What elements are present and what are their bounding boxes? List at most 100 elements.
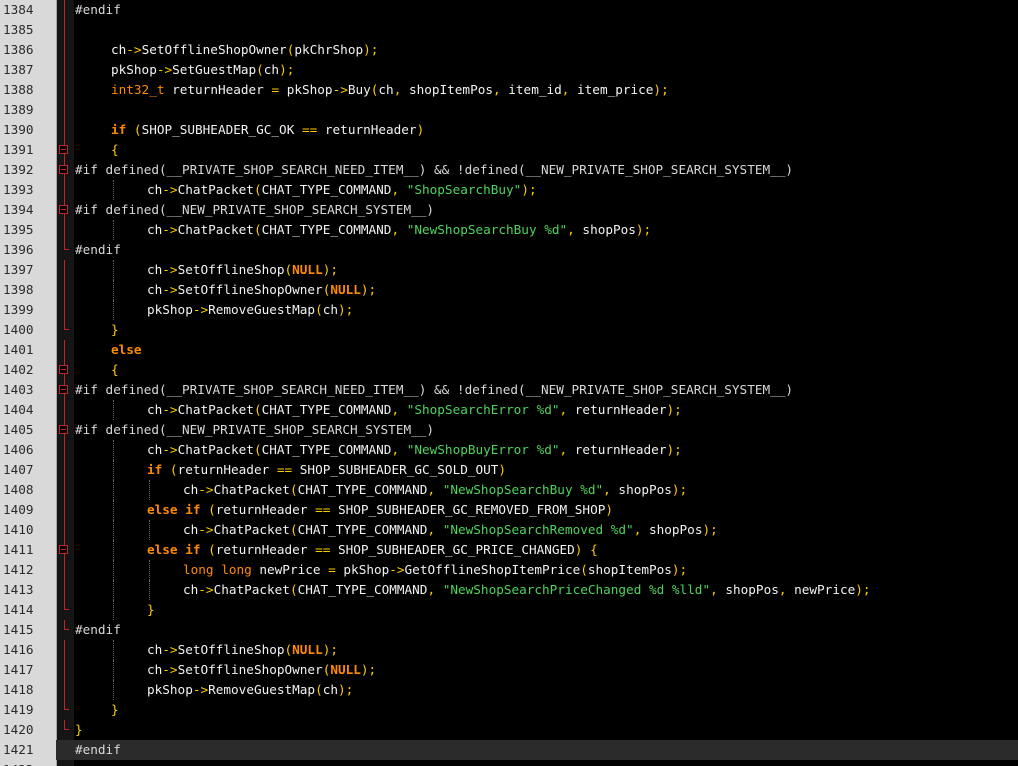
- code-text[interactable]: #if defined(__PRIVATE_SHOP_SEARCH_NEED_I…: [75, 160, 793, 180]
- code-line[interactable]: 1404 ch->ChatPacket(CHAT_TYPE_COMMAND, "S…: [0, 400, 1018, 420]
- code-text[interactable]: #endif: [75, 740, 121, 760]
- fold-collapse-icon[interactable]: [57, 160, 74, 180]
- line-number[interactable]: 1404: [0, 400, 56, 420]
- line-number[interactable]: 1393: [0, 180, 56, 200]
- code-text[interactable]: if (SHOP_SUBHEADER_GC_OK == returnHeader…: [111, 120, 424, 140]
- code-text[interactable]: ch->ChatPacket(CHAT_TYPE_COMMAND, "NewSh…: [147, 220, 651, 240]
- code-text[interactable]: #if defined(__PRIVATE_SHOP_SEARCH_NEED_I…: [75, 380, 793, 400]
- line-number[interactable]: 1387: [0, 60, 56, 80]
- line-number[interactable]: 1402: [0, 360, 56, 380]
- code-text[interactable]: ch->SetOfflineShopOwner(NULL);: [147, 280, 376, 300]
- code-line[interactable]: 1403 #if defined(__PRIVATE_SHOP_SEARCH_NE…: [0, 380, 1018, 400]
- line-number[interactable]: 1389: [0, 100, 56, 120]
- code-line[interactable]: 1405 #if defined(__NEW_PRIVATE_SHOP_SEARC…: [0, 420, 1018, 440]
- line-number[interactable]: 1388: [0, 80, 56, 100]
- code-text[interactable]: pkShop->SetGuestMap(ch);: [111, 60, 294, 80]
- code-line[interactable]: 1385: [0, 20, 1018, 40]
- code-text[interactable]: else if (returnHeader == SHOP_SUBHEADER_…: [147, 540, 598, 560]
- line-number[interactable]: 1409: [0, 500, 56, 520]
- code-text[interactable]: }: [111, 700, 119, 720]
- code-text[interactable]: long long newPrice = pkShop->GetOfflineS…: [183, 560, 687, 580]
- code-line[interactable]: 1396 #endif: [0, 240, 1018, 260]
- code-line[interactable]: 1389: [0, 100, 1018, 120]
- line-number[interactable]: 1412: [0, 560, 56, 580]
- line-number[interactable]: 1411: [0, 540, 56, 560]
- line-number[interactable]: 1394: [0, 200, 56, 220]
- code-text[interactable]: ch->ChatPacket(CHAT_TYPE_COMMAND, "ShopS…: [147, 400, 682, 420]
- code-text[interactable]: pkShop->RemoveGuestMap(ch);: [147, 300, 353, 320]
- fold-collapse-icon[interactable]: [57, 360, 74, 380]
- code-text[interactable]: #endif: [75, 0, 121, 20]
- line-number[interactable]: 1416: [0, 640, 56, 660]
- fold-collapse-icon[interactable]: [57, 380, 74, 400]
- line-number[interactable]: 1415: [0, 620, 56, 640]
- fold-collapse-icon[interactable]: [57, 140, 74, 160]
- code-text[interactable]: }: [147, 600, 155, 620]
- code-editor[interactable]: 1384 #endif 1385 1386 ch->SetOfflineShopOwne…: [0, 0, 1018, 766]
- code-line[interactable]: 1395 ch->ChatPacket(CHAT_TYPE_COMMAND, "N…: [0, 220, 1018, 240]
- line-number[interactable]: 1384: [0, 0, 56, 20]
- code-text[interactable]: int32_t returnHeader = pkShop->Buy(ch, s…: [111, 80, 669, 100]
- code-line[interactable]: 1422: [0, 760, 1018, 766]
- code-line[interactable]: 1409 else if (returnHeader == SHOP_SUBHEA…: [0, 500, 1018, 520]
- code-line[interactable]: 1386 ch->SetOfflineShopOwner(pkChrShop);: [0, 40, 1018, 60]
- line-number[interactable]: 1406: [0, 440, 56, 460]
- code-line[interactable]: 1414}: [0, 600, 1018, 620]
- code-text[interactable]: #if defined(__NEW_PRIVATE_SHOP_SEARCH_SY…: [75, 200, 434, 220]
- code-line[interactable]: 1410 ch->ChatPacket(CHAT_TYPE_COMMAND, "N…: [0, 520, 1018, 540]
- line-number[interactable]: 1391: [0, 140, 56, 160]
- code-line[interactable]: 1411 else if (returnHeader == SHOP_SUBHEA…: [0, 540, 1018, 560]
- line-number[interactable]: 1400: [0, 320, 56, 340]
- line-number[interactable]: 1385: [0, 20, 56, 40]
- line-number[interactable]: 1420: [0, 720, 56, 740]
- code-text[interactable]: ch->ChatPacket(CHAT_TYPE_COMMAND, "NewSh…: [183, 580, 871, 600]
- code-line[interactable]: 1418 pkShop->RemoveGuestMap(ch);: [0, 680, 1018, 700]
- code-line[interactable]: 1420}: [0, 720, 1018, 740]
- code-line[interactable]: 1415 #endif: [0, 620, 1018, 640]
- code-line[interactable]: 1412 long long newPrice = pkShop->GetOffl…: [0, 560, 1018, 580]
- code-area[interactable]: 1384 #endif 1385 1386 ch->SetOfflineShopOwne…: [0, 0, 1018, 766]
- code-text[interactable]: ch->SetOfflineShopOwner(pkChrShop);: [111, 40, 378, 60]
- code-text[interactable]: {: [111, 360, 119, 380]
- code-text[interactable]: }: [75, 720, 83, 740]
- code-line[interactable]: 1393 ch->ChatPacket(CHAT_TYPE_COMMAND, "S…: [0, 180, 1018, 200]
- line-number[interactable]: 1419: [0, 700, 56, 720]
- line-number[interactable]: 1392: [0, 160, 56, 180]
- code-text[interactable]: ch->ChatPacket(CHAT_TYPE_COMMAND, "NewSh…: [183, 520, 718, 540]
- code-text[interactable]: ch->SetOfflineShop(NULL);: [147, 260, 338, 280]
- code-text[interactable]: #endif: [75, 240, 121, 260]
- code-line[interactable]: 1419}: [0, 700, 1018, 720]
- line-number[interactable]: 1397: [0, 260, 56, 280]
- code-line[interactable]: 1413 ch->ChatPacket(CHAT_TYPE_COMMAND, "N…: [0, 580, 1018, 600]
- code-line[interactable]: 1399 pkShop->RemoveGuestMap(ch);: [0, 300, 1018, 320]
- code-text[interactable]: ch->ChatPacket(CHAT_TYPE_COMMAND, "NewSh…: [147, 440, 682, 460]
- line-number[interactable]: 1408: [0, 480, 56, 500]
- code-text[interactable]: pkShop->RemoveGuestMap(ch);: [147, 680, 353, 700]
- code-text[interactable]: #endif: [75, 620, 121, 640]
- code-text[interactable]: }: [111, 320, 119, 340]
- line-number[interactable]: 1407: [0, 460, 56, 480]
- code-text[interactable]: else if (returnHeader == SHOP_SUBHEADER_…: [147, 500, 613, 520]
- code-line[interactable]: 1401 else: [0, 340, 1018, 360]
- code-line[interactable]: 1400}: [0, 320, 1018, 340]
- code-text[interactable]: ch->ChatPacket(CHAT_TYPE_COMMAND, "ShopS…: [147, 180, 537, 200]
- code-line[interactable]: 1402 {: [0, 360, 1018, 380]
- fold-collapse-icon[interactable]: [57, 420, 74, 440]
- line-number[interactable]: 1414: [0, 600, 56, 620]
- line-number[interactable]: 1413: [0, 580, 56, 600]
- code-line[interactable]: 1394 #if defined(__NEW_PRIVATE_SHOP_SEARC…: [0, 200, 1018, 220]
- line-number[interactable]: 1410: [0, 520, 56, 540]
- code-text[interactable]: ch->SetOfflineShopOwner(NULL);: [147, 660, 376, 680]
- code-text[interactable]: if (returnHeader == SHOP_SUBHEADER_GC_SO…: [147, 460, 506, 480]
- code-line[interactable]: 1392 #if defined(__PRIVATE_SHOP_SEARCH_NE…: [0, 160, 1018, 180]
- code-text[interactable]: ch->SetOfflineShop(NULL);: [147, 640, 338, 660]
- line-number[interactable]: 1398: [0, 280, 56, 300]
- code-text[interactable]: ch->ChatPacket(CHAT_TYPE_COMMAND, "NewSh…: [183, 480, 687, 500]
- code-line[interactable]: 1407 if (returnHeader == SHOP_SUBHEADER_G…: [0, 460, 1018, 480]
- line-number[interactable]: 1395: [0, 220, 56, 240]
- line-number[interactable]: 1399: [0, 300, 56, 320]
- code-line[interactable]: 1406 ch->ChatPacket(CHAT_TYPE_COMMAND, "N…: [0, 440, 1018, 460]
- code-text[interactable]: #if defined(__NEW_PRIVATE_SHOP_SEARCH_SY…: [75, 420, 434, 440]
- line-number[interactable]: 1421: [0, 740, 56, 760]
- code-line[interactable]: 1387 pkShop->SetGuestMap(ch);: [0, 60, 1018, 80]
